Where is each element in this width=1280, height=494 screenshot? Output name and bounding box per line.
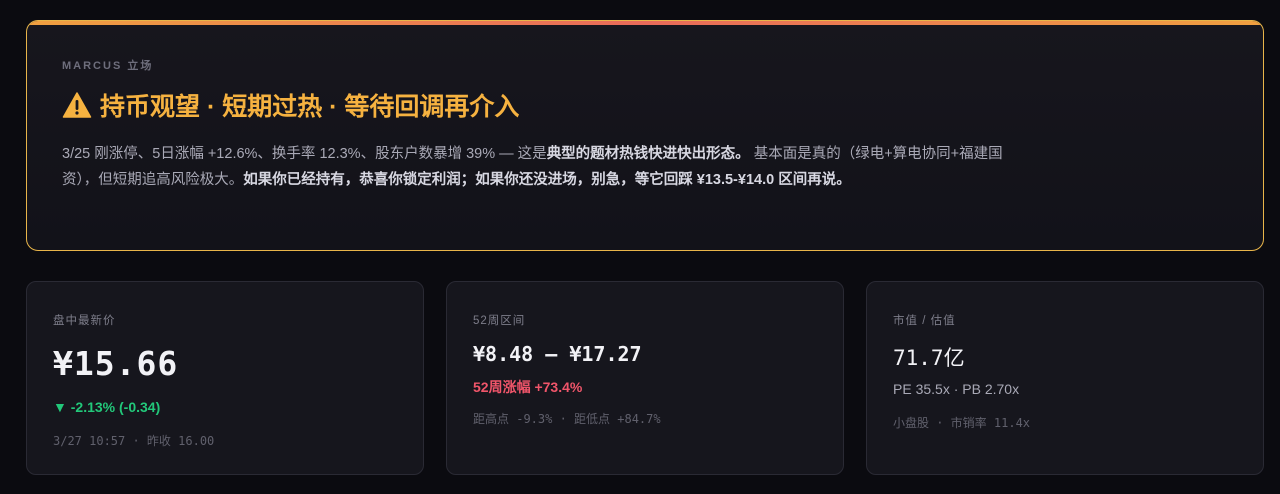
- stance-title: 持币观望 · 短期过热 · 等待回调再介入: [62, 87, 519, 123]
- marcus-stance-panel: MARCUS 立场 持币观望 · 短期过热 · 等待回调再介入 3/25 刚涨停…: [26, 20, 1264, 251]
- market-cap: 71.7亿: [893, 346, 965, 370]
- stance-body-emphasis-1: 典型的题材热钱快进快出形态。: [546, 146, 750, 162]
- week52-gain: 52周涨幅 +73.4%: [473, 379, 583, 395]
- stance-body-emphasis-2: 如果你已经持有，恭喜你锁定利润；如果你还没进场，别急，等它回踩 ¥13.5-¥1…: [243, 172, 851, 188]
- range-distance: 距高点 -9.3% · 距低点 +84.7%: [473, 412, 661, 426]
- stance-body-part-1: 3/25 刚涨停、5日涨幅 +12.6%、换手率 12.3%、股东户数暴增 39…: [62, 146, 547, 162]
- range-card: 52周区间 ¥8.48 — ¥17.27 52周涨幅 +73.4% 距高点 -9…: [446, 281, 844, 475]
- pe-pb-ratios: PE 35.5x · PB 2.70x: [893, 381, 1020, 397]
- stance-gradient-bar: [27, 21, 1263, 25]
- warning-icon: [62, 92, 92, 118]
- price-card-label: 盘中最新价: [53, 315, 116, 327]
- stance-body: 3/25 刚涨停、5日涨幅 +12.6%、换手率 12.3%、股东户数暴增 39…: [62, 141, 1022, 193]
- week52-range: ¥8.48 — ¥17.27: [473, 342, 642, 366]
- valuation-card-label: 市值 / 估值: [893, 315, 956, 327]
- range-card-label: 52周区间: [473, 315, 526, 327]
- stance-label: MARCUS 立场: [62, 60, 154, 72]
- stance-title-text: 持币观望 · 短期过热 · 等待回调再介入: [100, 93, 520, 121]
- price-change: ▼ -2.13% (-0.34): [53, 399, 161, 415]
- price-card: 盘中最新价 ¥15.66 ▼ -2.13% (-0.34) 3/27 10:57…: [26, 281, 424, 475]
- price-timestamp: 3/27 10:57 · 昨收 16.00: [53, 434, 215, 448]
- valuation-sub: 小盘股 · 市销率 11.4x: [893, 416, 1031, 430]
- current-price: ¥15.66: [53, 344, 179, 383]
- valuation-card: 市值 / 估值 71.7亿 PE 35.5x · PB 2.70x 小盘股 · …: [866, 281, 1264, 475]
